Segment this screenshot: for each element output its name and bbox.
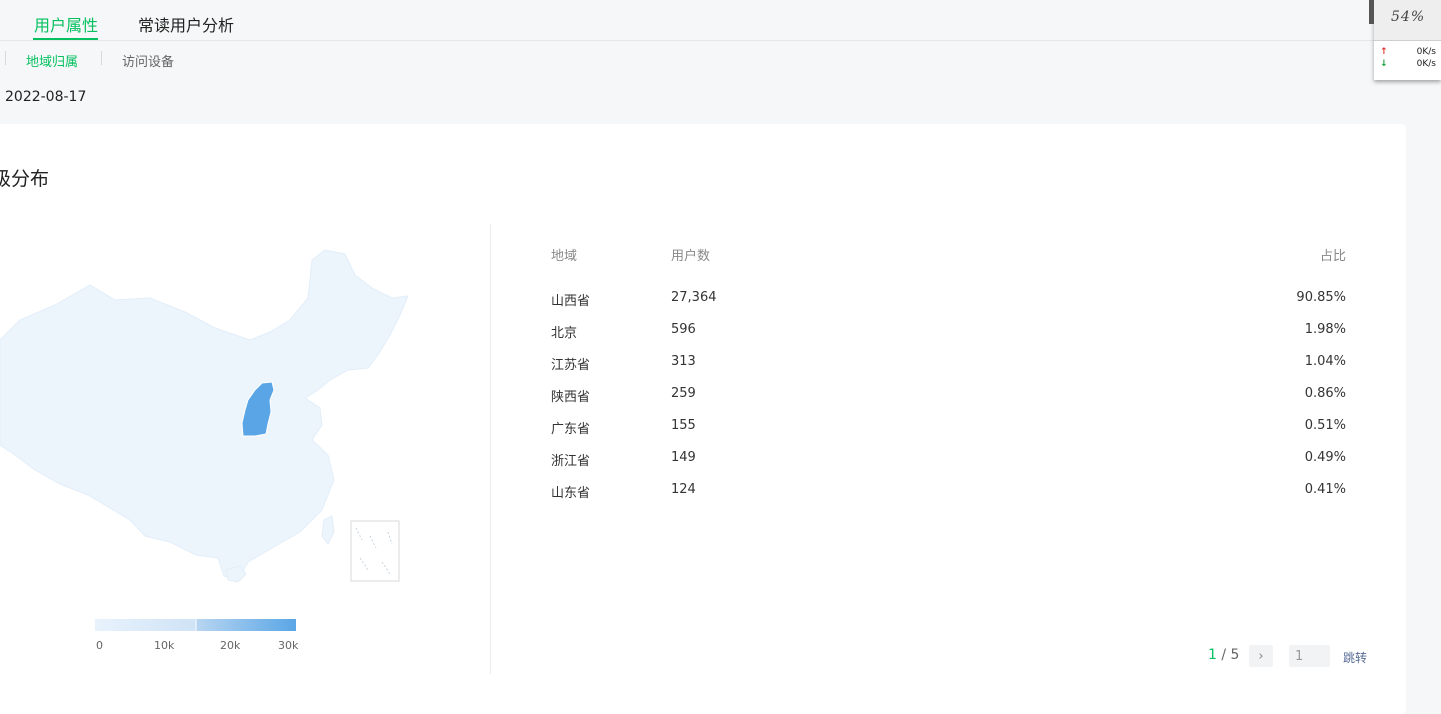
table-cell-ratio: 90.85%: [1296, 290, 1346, 305]
next-page-button[interactable]: ›: [1249, 645, 1273, 667]
table-cell-region: 山西省: [551, 294, 591, 309]
table-cell-users: 27,364: [671, 290, 717, 305]
upload-speed-row: ↑ 0K/s: [1380, 47, 1438, 57]
column-header-ratio: 占比: [1319, 249, 1346, 264]
table-cell-ratio: 0.41%: [1304, 482, 1346, 497]
table-cell-region: 北京: [551, 326, 578, 341]
active-tab-underline: [33, 38, 98, 40]
table-cell-ratio: 0.86%: [1304, 386, 1346, 401]
top-tab-bar: 用户属性 常读用户分析: [0, 0, 1441, 41]
column-header-users: 用户数: [671, 249, 711, 264]
map-legend-color-scale: [95, 619, 296, 631]
table-cell-users: 313: [671, 354, 696, 369]
current-page: 1: [1208, 647, 1217, 663]
legend-tick: 10k: [154, 639, 175, 652]
subtab-region[interactable]: 地域归属: [26, 51, 78, 70]
subtab-divider: [101, 51, 102, 65]
china-mainland-shape: [0, 249, 409, 581]
vertical-divider: [490, 224, 491, 674]
table-cell-region: 陕西省: [551, 390, 591, 405]
widget-drag-handle[interactable]: [1369, 0, 1374, 24]
download-speed-row: ↓ 0K/s: [1380, 59, 1438, 69]
date-label: 2022-08-17: [5, 89, 87, 105]
table-cell-region: 山东省: [551, 486, 591, 501]
south-sea-inset-box: [350, 520, 400, 582]
subtab-divider: [5, 51, 6, 65]
pagination-indicator: 1 / 5: [1208, 647, 1239, 663]
upload-arrow-icon: ↑: [1380, 47, 1388, 57]
memory-usage-percent: 54%: [1391, 9, 1426, 25]
table-cell-users: 149: [671, 450, 696, 465]
table-cell-region: 广东省: [551, 422, 591, 437]
legend-tick: 0: [96, 639, 103, 652]
download-speed: 0K/s: [1416, 59, 1436, 69]
download-arrow-icon: ↓: [1380, 59, 1388, 69]
table-cell-ratio: 1.04%: [1304, 354, 1346, 369]
subtab-device[interactable]: 访问设备: [122, 51, 174, 70]
jump-button[interactable]: 跳转: [1343, 649, 1367, 666]
table-cell-region: 浙江省: [551, 454, 591, 469]
table-cell-ratio: 1.98%: [1304, 322, 1346, 337]
table-cell-users: 596: [671, 322, 696, 337]
tab-user-attributes[interactable]: 用户属性: [34, 12, 98, 36]
table-cell-ratio: 0.49%: [1304, 450, 1346, 465]
legend-tick: 20k: [220, 639, 241, 652]
legend-tick: 30k: [278, 639, 299, 652]
table-cell-ratio: 0.51%: [1304, 418, 1346, 433]
card-title: 级分布: [0, 168, 50, 190]
network-speed-widget[interactable]: 54% ↑ 0K/s ↓ 0K/s: [1369, 0, 1441, 80]
china-map: [0, 249, 409, 583]
chevron-right-icon: ›: [1258, 648, 1264, 664]
column-header-region: 地域: [551, 249, 578, 264]
page-number-input[interactable]: [1289, 645, 1330, 667]
tab-frequent-reader-analysis[interactable]: 常读用户分析: [138, 12, 234, 36]
upload-speed: 0K/s: [1416, 47, 1436, 57]
total-pages: / 5: [1221, 647, 1240, 663]
taiwan-island-shape: [321, 515, 335, 545]
table-cell-users: 155: [671, 418, 696, 433]
table-cell-users: 124: [671, 482, 696, 497]
table-cell-region: 江苏省: [551, 358, 591, 373]
table-cell-users: 259: [671, 386, 696, 401]
